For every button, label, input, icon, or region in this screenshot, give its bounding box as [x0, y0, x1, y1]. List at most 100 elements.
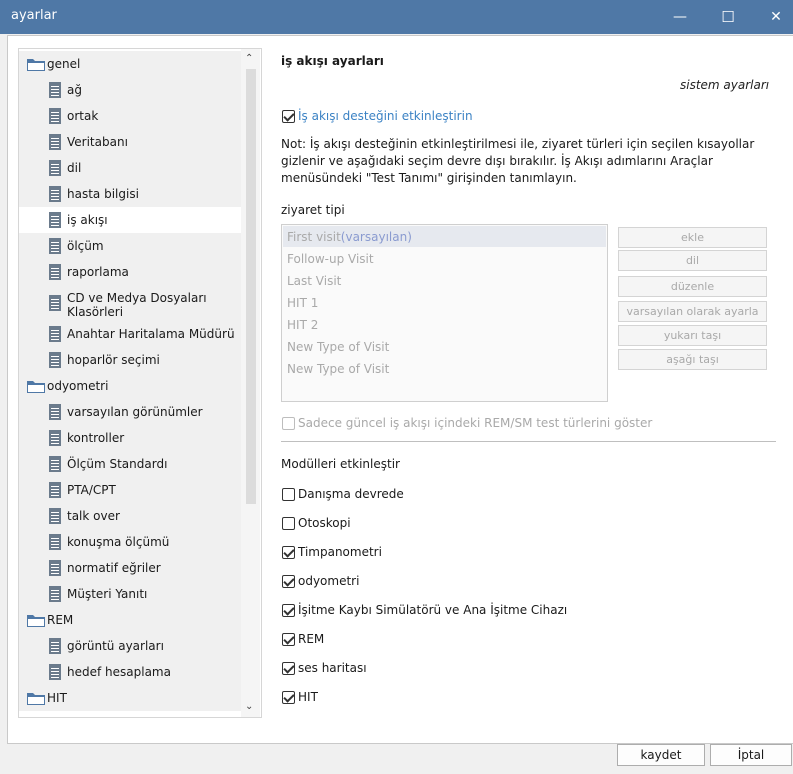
visit-type-item[interactable]: HIT 2 — [283, 314, 606, 335]
module-label[interactable]: İşitme Kaybı Simülatörü ve Ana İşitme Ci… — [298, 603, 567, 617]
module-checkbox[interactable] — [282, 633, 295, 646]
module-checkbox[interactable] — [282, 575, 295, 588]
document-icon — [49, 430, 61, 446]
document-icon — [49, 160, 61, 176]
workflow-support-checkbox[interactable] — [282, 110, 295, 123]
visit-type-name: Follow-up Visit — [287, 252, 374, 266]
sidebar-item-label: normatif eğriler — [67, 561, 161, 575]
sidebar-item-label: odyometri — [47, 379, 109, 393]
sidebar-item-6[interactable]: hasta bilgisi — [19, 181, 241, 207]
visit-name-text: New Type of Visit — [287, 340, 390, 354]
module-checkbox[interactable] — [282, 604, 295, 617]
sidebar-item-3[interactable]: ortak — [19, 103, 241, 129]
sidebar-item-21[interactable]: Müşteri Yanıtı — [19, 581, 241, 607]
sidebar-item-18[interactable]: talk over — [19, 503, 241, 529]
sidebar-item-label: Müşteri Yanıtı — [67, 587, 148, 601]
scroll-down-icon[interactable]: ⌄ — [245, 701, 253, 712]
scroll-up-icon[interactable]: ⌃ — [245, 53, 253, 64]
sidebar-item-5[interactable]: dil — [19, 155, 241, 181]
sidebar-item-23[interactable]: görüntü ayarları — [19, 633, 241, 659]
sidebar-item-label: hoparlör seçimi — [67, 353, 160, 367]
module-label[interactable]: Otoskopi — [298, 516, 351, 530]
sidebar-item-9[interactable]: raporlama — [19, 259, 241, 285]
sidebar-item-8[interactable]: ölçüm — [19, 233, 241, 259]
close-button[interactable]: ✕ — [753, 0, 793, 34]
module-label[interactable]: HIT — [298, 690, 318, 704]
sidebar-item-17[interactable]: PTA/CPT — [19, 477, 241, 503]
visit-type-name: HIT 2 — [287, 318, 318, 332]
sidebar-item-label: Anahtar Haritalama Müdürü — [67, 327, 235, 341]
sidebar-item-22[interactable]: REM — [19, 607, 241, 633]
sidebar-item-20[interactable]: normatif eğriler — [19, 555, 241, 581]
sidebar-item-10[interactable]: CD ve Medya Dosyaları Klasörleri — [19, 285, 241, 321]
visit-type-item[interactable]: Last Visit — [283, 270, 606, 291]
move-up-button[interactable]: yukarı taşı — [618, 325, 767, 346]
module-label[interactable]: Timpanometri — [298, 545, 382, 559]
module-checkbox[interactable] — [282, 662, 295, 675]
module-checkbox[interactable] — [282, 517, 295, 530]
document-icon — [49, 212, 61, 228]
language-button[interactable]: dil — [618, 250, 767, 271]
sidebar-item-11[interactable]: Anahtar Haritalama Müdürü — [19, 321, 241, 347]
folder-icon — [27, 59, 45, 71]
module-label[interactable]: REM — [298, 632, 324, 646]
visit-type-item[interactable]: First visit(varsayılan) — [283, 226, 606, 247]
divider — [281, 441, 776, 442]
sidebar-item-label: hedef hesaplama — [67, 665, 171, 679]
sidebar-item-1[interactable]: genel — [19, 51, 241, 77]
tree-scrollbar[interactable]: ⌃ ⌄ — [241, 49, 260, 717]
visit-type-name: HIT 1 — [287, 296, 318, 310]
visit-type-item[interactable]: New Type of Visit — [283, 358, 606, 379]
cancel-button[interactable]: İptal — [710, 744, 792, 766]
sidebar-item-label: genel — [47, 57, 81, 71]
add-button[interactable]: ekle — [618, 227, 767, 248]
visit-type-item[interactable]: Follow-up Visit — [283, 248, 606, 269]
folder-icon — [27, 615, 45, 627]
sidebar-item-label: dil — [67, 161, 82, 175]
visit-name-text: Last Visit — [287, 274, 342, 288]
sidebar-item-label: görüntü ayarları — [67, 639, 164, 653]
workflow-support-label[interactable]: İş akışı desteğini etkinleştirin — [298, 109, 473, 123]
visit-type-item[interactable]: New Type of Visit — [283, 336, 606, 357]
default-tag: (varsayılan) — [340, 230, 412, 244]
sidebar-item-24[interactable]: hedef hesaplama — [19, 659, 241, 685]
maximize-button[interactable]: ☐ — [705, 0, 751, 34]
visit-type-list[interactable]: First visit(varsayılan) Follow-up Visit La… — [281, 224, 608, 402]
document-icon — [49, 404, 61, 420]
settings-window: ayarlar — ☐ ✕ genel ağ ortak Veritabanı dil h… — [0, 0, 793, 774]
sidebar-item-label: hasta bilgisi — [67, 187, 139, 201]
sidebar-item-13[interactable]: odyometri — [19, 373, 241, 399]
module-label[interactable]: Danışma devrede — [298, 487, 404, 501]
visit-type-item[interactable]: HIT 1 — [283, 292, 606, 313]
sidebar-item-25[interactable]: HIT — [19, 685, 241, 711]
rem-sm-filter-checkbox[interactable] — [282, 417, 295, 430]
sidebar-item-12[interactable]: hoparlör seçimi — [19, 347, 241, 373]
sidebar-item-19[interactable]: konuşma ölçümü — [19, 529, 241, 555]
module-checkbox[interactable] — [282, 546, 295, 559]
document-icon — [49, 238, 61, 254]
module-checkbox[interactable] — [282, 691, 295, 704]
sidebar-item-16[interactable]: Ölçüm Standardı — [19, 451, 241, 477]
modules-label: Modülleri etkinleştir — [281, 457, 400, 471]
scrollbar-thumb[interactable] — [246, 69, 256, 504]
module-label[interactable]: ses haritası — [298, 661, 367, 675]
set-default-button[interactable]: varsayılan olarak ayarla — [618, 301, 767, 322]
save-button[interactable]: kaydet — [617, 744, 705, 766]
workflow-note: Not: İş akışı desteğinin etkinleştirilme… — [281, 137, 755, 185]
minimize-button[interactable]: — — [657, 0, 703, 34]
visit-name-text: Follow-up Visit — [287, 252, 374, 266]
edit-button[interactable]: düzenle — [618, 276, 767, 297]
move-down-button[interactable]: aşağı taşı — [618, 349, 767, 370]
module-label[interactable]: odyometri — [298, 574, 359, 588]
sidebar-item-label: CD ve Medya Dosyaları — [67, 291, 207, 305]
module-checkbox[interactable] — [282, 488, 295, 501]
sidebar-item-label: REM — [47, 613, 74, 627]
sidebar-item-15[interactable]: kontroller — [19, 425, 241, 451]
sidebar-item-label: raporlama — [67, 265, 129, 279]
visit-type-name: First visit(varsayılan) — [287, 230, 412, 244]
sidebar-item-2[interactable]: ağ — [19, 77, 241, 103]
sidebar-item-4[interactable]: Veritabanı — [19, 129, 241, 155]
sidebar-item-14[interactable]: varsayılan görünümler — [19, 399, 241, 425]
visit-type-label: ziyaret tipi — [281, 203, 345, 217]
sidebar-item-7[interactable]: iş akışı — [19, 207, 241, 233]
